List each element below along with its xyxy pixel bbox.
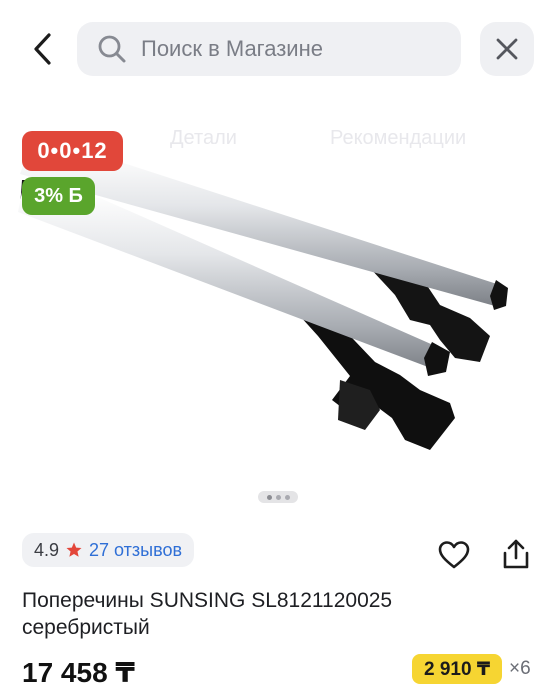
favorite-button[interactable] [436,538,472,572]
heart-icon [438,541,470,569]
product-image-gallery[interactable]: Детали Рекомендации 0•0•12 3% Б [0,100,553,515]
timer-badge: 0•0•12 [22,131,123,171]
product-title: Поперечины SUNSING SL8121120025 серебрис… [22,587,522,641]
share-icon [503,539,529,569]
search-input[interactable] [139,35,443,63]
rating-pill[interactable]: 4.9 27 отзывов [22,533,195,567]
discount-badge: 3% Б [22,177,95,215]
installment-badge[interactable]: 2 910 ₸ [412,654,503,684]
product-title-line1: Поперечины SUNSING SL8121120025 [22,589,393,612]
pager-dot[interactable] [266,494,272,500]
product-price: 17 458 ₸ [22,657,135,688]
installment-multiplier: ×6 [509,658,531,679]
share-button[interactable] [498,536,534,572]
top-bar [0,0,553,100]
chevron-left-icon [34,33,51,65]
gallery-pager[interactable] [258,491,298,503]
product-title-line2: серебристый [22,616,150,639]
pager-dot[interactable] [275,494,281,500]
pager-dot[interactable] [284,494,290,500]
rating-score: 4.9 [34,539,60,560]
close-icon [496,38,518,60]
search-bar[interactable] [77,22,461,76]
search-icon [95,32,129,66]
back-button[interactable] [22,28,62,70]
reviews-link[interactable]: 27 отзывов [89,540,182,561]
close-button[interactable] [480,22,534,76]
star-icon [66,542,82,557]
